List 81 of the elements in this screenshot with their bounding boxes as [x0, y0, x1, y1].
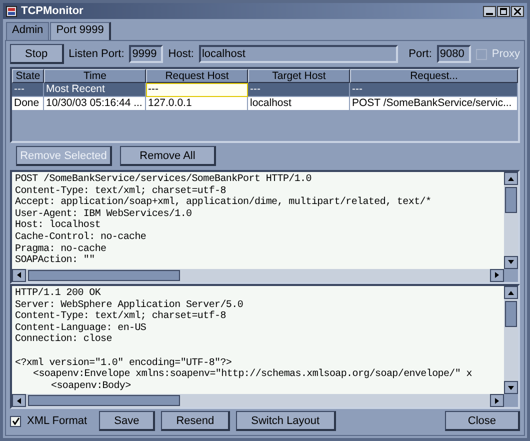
column-header[interactable]: Time [44, 69, 146, 83]
host-label: Host: [168, 48, 194, 60]
app-icon [6, 6, 17, 16]
code-line: POST /SomeBankService/services/SomeBankPort HTTP/1.0 [15, 174, 312, 186]
horizontal-scrollbar[interactable] [12, 394, 504, 408]
scroll-arrow-button[interactable] [504, 256, 518, 269]
close-button[interactable] [511, 6, 524, 16]
vertical-scrollbar[interactable] [504, 286, 518, 394]
scrollbar-corner [504, 268, 518, 282]
code-line: <?xml version="1.0" encoding="UTF-8"?> [15, 358, 232, 369]
code-line: Content-Type: text/xml; charset=utf-8 [15, 186, 226, 197]
arrow-down-icon [507, 384, 515, 391]
vertical-scrollbar[interactable] [504, 172, 518, 269]
scroll-arrow-button[interactable] [504, 381, 518, 394]
table-cell[interactable]: 127.0.0.1 [146, 97, 248, 111]
code-line: <soapenv:Body> [50, 380, 131, 392]
code-line: Connection: close [15, 334, 112, 346]
close-icon [514, 8, 521, 14]
table-cell[interactable]: Done [12, 97, 44, 111]
close-dialog-button[interactable]: Close [444, 411, 520, 431]
arrow-down-icon [507, 259, 515, 266]
scroll-arrow-button[interactable] [12, 394, 26, 408]
stop-button[interactable]: Stop [10, 44, 64, 64]
maximize-button[interactable] [497, 6, 510, 16]
code-line: Content-Language: en-US [15, 322, 146, 334]
arrow-left-icon [16, 271, 22, 280]
scroll-thumb[interactable] [505, 301, 517, 327]
scroll-thumb[interactable] [505, 187, 517, 213]
table-cell[interactable]: --- [248, 83, 350, 97]
column-header[interactable]: State [12, 69, 44, 83]
xml-format-checkbox[interactable] [10, 416, 21, 426]
action-button[interactable]: Switch Layout [236, 411, 336, 431]
code-line: Server: WebSphere Application Server/5.0 [15, 300, 244, 311]
remove-all-button[interactable]: Remove All [120, 146, 216, 166]
table-cell[interactable]: --- [146, 83, 248, 97]
scroll-thumb[interactable] [28, 395, 180, 406]
scroll-arrow-button[interactable] [12, 268, 26, 282]
tab[interactable]: Port 9999 [50, 22, 111, 40]
code-line: Cache-Control: no-cache [15, 232, 146, 244]
host-field[interactable]: localhost [198, 45, 398, 63]
action-button[interactable]: Resend [161, 411, 230, 431]
action-button[interactable]: Save [99, 411, 156, 431]
code-line: Pragma: no-cache [15, 244, 106, 255]
scroll-arrow-button[interactable] [504, 172, 518, 185]
xml-format-label: XML Format [27, 415, 88, 427]
scrollbar-corner [504, 394, 518, 408]
code-line: Host: localhost [15, 220, 101, 232]
scroll-arrow-button[interactable] [490, 268, 504, 282]
port-field[interactable]: 9080 [436, 45, 471, 63]
table-cell[interactable]: --- [350, 83, 518, 97]
code-line: Content-Type: text/xml; charset=utf-8 [15, 311, 226, 323]
column-header[interactable]: Target Host [248, 69, 350, 83]
arrow-left-icon [16, 396, 22, 405]
proxy-label: Proxy [492, 48, 520, 60]
minimize-button[interactable] [483, 6, 496, 16]
listen-port-label: Listen Port: [68, 48, 124, 60]
maximize-icon [500, 8, 507, 14]
arrow-up-icon [507, 176, 515, 182]
code-line: SOAPAction: "" [15, 255, 95, 267]
arrow-right-icon [494, 396, 500, 405]
code-line: HTTP/1.1 200 OK [15, 288, 101, 300]
port-label: Port: [408, 48, 432, 60]
table-cell[interactable]: 10/30/03 05:16:44 ... [44, 97, 146, 111]
code-line: <soapenv:Envelope xmlns:soapenv="http://schemas.xmlsoap.org/soap/envelope/" x [32, 369, 472, 380]
scroll-arrow-button[interactable] [490, 394, 504, 408]
table-cell[interactable]: POST /SomeBankService/servic... [350, 97, 518, 111]
scroll-thumb[interactable] [28, 270, 180, 281]
horizontal-scrollbar[interactable] [12, 268, 504, 282]
table-cell[interactable]: --- [12, 83, 44, 97]
column-header[interactable]: Request Host [146, 69, 248, 83]
column-header[interactable]: Request... [350, 69, 518, 83]
arrow-up-icon [507, 290, 515, 296]
listen-port-field[interactable]: 9999 [129, 45, 164, 63]
tab[interactable]: Admin [6, 22, 50, 40]
table-cell[interactable]: localhost [248, 97, 350, 111]
window-title: TCPMonitor [21, 5, 84, 17]
table-cell[interactable]: Most Recent [44, 83, 146, 97]
code-line: Accept: application/soap+xml, application/dime, multipart/related, text/* [15, 197, 432, 208]
scroll-arrow-button[interactable] [504, 286, 518, 299]
code-line: User-Agent: IBM WebServices/1.0 [15, 208, 192, 220]
arrow-right-icon [494, 271, 500, 280]
